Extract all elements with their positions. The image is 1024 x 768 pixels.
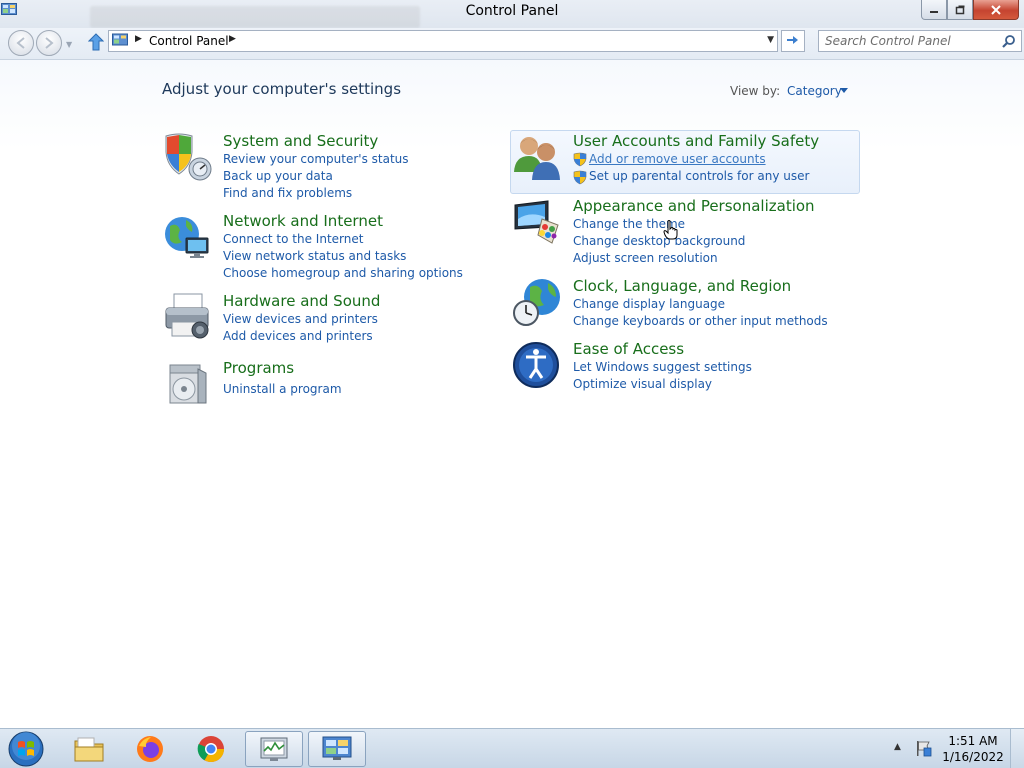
page-heading: Adjust your computer's settings [162, 80, 402, 98]
chrome-icon [197, 736, 225, 763]
programs-icon[interactable] [162, 359, 212, 409]
back-arrow-icon [16, 37, 25, 49]
category-title[interactable]: System and Security [223, 132, 378, 150]
restore-icon [955, 5, 965, 14]
link-connect-internet[interactable]: Connect to the Internet [223, 232, 363, 246]
link-uninstall-program[interactable]: Uninstall a program [223, 382, 342, 396]
view-by-label: View by: [730, 84, 781, 98]
link-review-status[interactable]: Review your computer's status [223, 152, 409, 166]
navigation-bar: ▼ ▶ Control Panel ▶ ▼ [0, 28, 1024, 60]
category-title[interactable]: Hardware and Sound [223, 292, 380, 310]
taskbar: ▲ 1:51 AM 1/16/2022 [0, 728, 1024, 768]
link-display-language[interactable]: Change display language [573, 297, 725, 311]
search-box[interactable] [818, 30, 1022, 52]
control-panel-content: Adjust your computer's settings View by:… [0, 60, 1024, 728]
breadcrumb-control-panel[interactable]: Control Panel [149, 34, 229, 48]
monitor-paint-icon[interactable] [512, 197, 562, 247]
link-view-devices[interactable]: View devices and printers [223, 312, 378, 326]
control-panel-icon [112, 33, 128, 46]
users-icon[interactable] [512, 132, 562, 182]
uac-shield-icon [573, 170, 587, 185]
firefox-icon [137, 736, 163, 762]
breadcrumb-arrow-icon[interactable]: ▶ [135, 34, 142, 44]
link-find-fix-problems[interactable]: Find and fix problems [223, 186, 352, 200]
clock-globe-icon[interactable] [512, 277, 562, 327]
show-hidden-icons-button[interactable]: ▲ [894, 742, 901, 752]
category-title[interactable]: Clock, Language, and Region [573, 277, 791, 295]
category-title[interactable]: User Accounts and Family Safety [573, 132, 819, 150]
link-optimize-display[interactable]: Optimize visual display [573, 377, 712, 391]
taskbar-file-explorer[interactable] [60, 731, 118, 767]
up-arrow-icon[interactable] [88, 33, 104, 51]
file-explorer-icon [74, 737, 104, 762]
back-button[interactable] [8, 30, 34, 56]
taskbar-firefox[interactable] [121, 731, 179, 767]
link-back-up-data[interactable]: Back up your data [223, 169, 333, 183]
link-windows-suggest[interactable]: Let Windows suggest settings [573, 360, 752, 374]
breadcrumb-arrow-icon[interactable]: ▶ [229, 34, 236, 44]
link-screen-resolution[interactable]: Adjust screen resolution [573, 251, 718, 265]
restore-button[interactable] [947, 0, 973, 20]
hand-cursor-icon [663, 220, 678, 240]
refresh-button[interactable] [781, 30, 805, 52]
action-center-icon[interactable] [914, 739, 932, 757]
control-panel-icon [322, 736, 352, 760]
category-title[interactable]: Ease of Access [573, 340, 684, 358]
minimize-button[interactable] [921, 0, 947, 20]
search-icon[interactable] [1002, 34, 1016, 48]
clock-time: 1:51 AM [948, 734, 998, 748]
taskbar-task-manager[interactable] [245, 731, 303, 767]
link-desktop-background[interactable]: Change desktop background [573, 234, 745, 248]
title-bar: Control Panel [0, 0, 1024, 28]
printer-icon[interactable] [162, 292, 212, 342]
shield-icon[interactable] [162, 132, 212, 182]
address-bar[interactable]: ▶ Control Panel ▶ ▼ [108, 30, 778, 52]
recent-pages-dropdown[interactable]: ▼ [66, 40, 72, 49]
ease-of-access-icon[interactable] [512, 340, 562, 390]
clock[interactable]: 1:51 AM 1/16/2022 [940, 733, 1006, 765]
link-parental-controls[interactable]: Set up parental controls for any user [589, 169, 809, 183]
link-keyboards-input[interactable]: Change keyboards or other input methods [573, 314, 828, 328]
link-network-status[interactable]: View network status and tasks [223, 249, 406, 263]
view-by-dropdown[interactable]: Category [787, 84, 842, 98]
start-button[interactable] [6, 731, 46, 767]
forward-button[interactable] [36, 30, 62, 56]
window-title: Control Panel [465, 3, 559, 19]
search-input[interactable] [825, 32, 995, 50]
address-history-dropdown[interactable]: ▼ [767, 35, 774, 45]
link-homegroup-sharing[interactable]: Choose homegroup and sharing options [223, 266, 463, 280]
close-button[interactable] [973, 0, 1019, 20]
taskbar-control-panel[interactable] [308, 731, 366, 767]
uac-shield-icon [573, 152, 587, 167]
task-manager-icon [260, 737, 288, 761]
category-title[interactable]: Appearance and Personalization [573, 197, 815, 215]
category-title[interactable]: Network and Internet [223, 212, 383, 230]
forward-arrow-icon [45, 37, 54, 49]
close-icon [991, 4, 1001, 15]
clock-date: 1/16/2022 [942, 750, 1004, 764]
link-add-remove-accounts[interactable]: Add or remove user accounts [589, 152, 766, 166]
chevron-down-icon[interactable] [840, 88, 848, 93]
minimize-icon [930, 10, 938, 13]
network-globe-icon[interactable] [162, 212, 212, 262]
show-desktop-button[interactable] [1010, 729, 1024, 768]
taskbar-chrome[interactable] [182, 731, 240, 767]
link-add-devices[interactable]: Add devices and printers [223, 329, 373, 343]
refresh-icon [787, 36, 798, 44]
category-title[interactable]: Programs [223, 359, 294, 377]
